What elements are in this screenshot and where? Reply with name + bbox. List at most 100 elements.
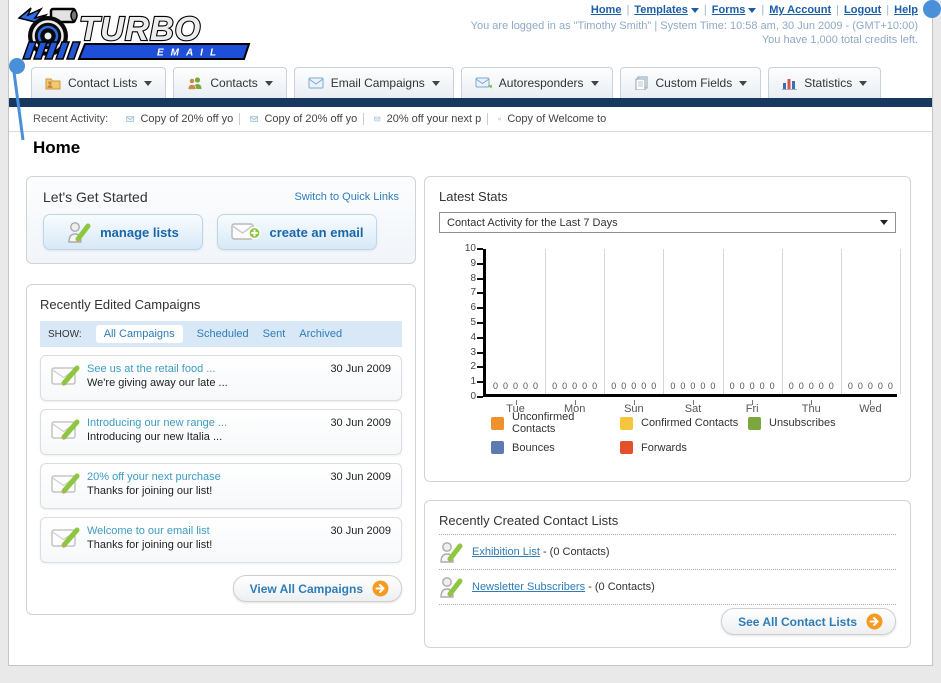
data-value-label: 0 (582, 381, 588, 391)
legend-swatch-forwards (620, 441, 633, 454)
x-axis-tick (870, 400, 872, 405)
campaign-title-link[interactable]: 20% off your next purchase (87, 471, 322, 483)
campaign-row[interactable]: Introducing our new range ... Introducin… (40, 409, 402, 455)
arrow-right-icon (372, 580, 389, 597)
chevron-down-icon (880, 220, 888, 225)
data-value-label: 0 (857, 381, 863, 391)
campaign-date: 30 Jun 2009 (330, 417, 391, 429)
data-value-label: 0 (808, 381, 814, 391)
bar-chart-icon (782, 79, 798, 90)
campaign-row[interactable]: Welcome to our email list Thanks for joi… (40, 517, 402, 563)
tab-label: Autoresponders (498, 76, 584, 90)
data-value-label: 0 (788, 381, 794, 391)
gridline (841, 249, 842, 394)
data-value-label: 0 (572, 381, 578, 391)
envelope-icon (126, 116, 135, 122)
view-all-campaigns-button[interactable]: View All Campaigns (232, 575, 402, 602)
tab-custom-fields[interactable]: Custom Fields (619, 67, 762, 98)
data-value-label: 0 (690, 381, 696, 391)
latest-stats-title: Latest Stats (439, 189, 508, 204)
data-value-label: 0 (759, 381, 765, 391)
campaign-title-link[interactable]: Welcome to our email list (87, 525, 322, 537)
campaign-row[interactable]: 20% off your next purchase Thanks for jo… (40, 463, 402, 509)
x-axis-tick (693, 400, 694, 405)
recent-activity-bar: Recent Activity: Copy of 20% off yo Copy… (9, 107, 932, 132)
filter-sent[interactable]: Sent (263, 328, 286, 340)
top-link-forms[interactable]: Forms (712, 4, 746, 16)
chevron-down-icon (739, 80, 748, 86)
user-pencil-icon (68, 222, 91, 243)
legend-label: Bounces (512, 441, 555, 454)
campaigns-title: Recently Edited Campaigns (40, 297, 201, 312)
top-link-home[interactable]: Home (591, 4, 622, 16)
data-value-label: 0 (611, 381, 617, 391)
x-axis-tick (633, 400, 635, 405)
top-link-my-account[interactable]: My Account (769, 4, 831, 16)
chevron-down-icon (431, 80, 440, 86)
legend-label: Unsubscribes (769, 417, 836, 429)
recent-activity-item[interactable]: 20% off your next p (374, 113, 489, 125)
data-value-label: 0 (769, 381, 775, 391)
contact-list-link[interactable]: Newsletter Subscribers (472, 581, 585, 593)
filter-all-campaigns[interactable]: All Campaigns (95, 325, 183, 343)
contact-list-link[interactable]: Exhibition List (472, 546, 540, 558)
recent-activity-text: 20% off your next p (386, 113, 482, 125)
tab-contact-lists[interactable]: Contact Lists (31, 67, 167, 98)
see-all-contact-lists-button[interactable]: See All Contact Lists (721, 608, 896, 635)
data-value-label: 0 (877, 381, 883, 391)
campaign-subtitle: Introducing our new Italia ... (87, 431, 223, 443)
stats-dropdown-value: Contact Activity for the Last 7 Days (447, 216, 618, 229)
contact-list-row[interactable]: Newsletter Subscribers - (0 Contacts) (439, 570, 896, 605)
tab-email-campaigns[interactable]: Email Campaigns (293, 67, 454, 98)
tab-contacts[interactable]: Contacts (173, 67, 287, 98)
envelope-arrow-icon (475, 77, 492, 88)
tab-statistics[interactable]: Statistics (768, 67, 882, 98)
y-axis-tick (477, 322, 483, 324)
data-value-label: 0 (493, 381, 499, 391)
stats-report-dropdown[interactable]: Contact Activity for the Last 7 Days (439, 212, 896, 233)
nav-divider-bar (9, 98, 932, 107)
data-value-label: 0 (847, 381, 853, 391)
recent-activity-text: Copy of 20% off yo (264, 113, 358, 125)
turbo-email-logo: TURBO EMAIL (15, 4, 277, 67)
legend-label: Confirmed Contacts (641, 417, 739, 429)
y-axis-label: 1 (470, 376, 476, 388)
header: TURBO EMAIL Home | Templates | Forms | My Acco… (9, 0, 941, 67)
users-icon (188, 77, 202, 90)
campaign-title-link[interactable]: See us at the retail food ... (87, 363, 322, 375)
filter-archived[interactable]: Archived (299, 328, 342, 340)
envelope-pencil-icon (51, 363, 87, 394)
campaign-title-link[interactable]: Introducing our new range ... (87, 417, 322, 429)
tab-label: Contact Lists (68, 76, 138, 90)
manage-lists-button[interactable]: manage lists (43, 214, 203, 250)
envelope-pencil-icon (51, 525, 87, 556)
envelope-icon (250, 116, 259, 122)
y-axis-label: 3 (470, 346, 476, 358)
campaigns-filterbar: SHOW: All Campaigns Scheduled Sent Archi… (40, 321, 402, 347)
y-axis-tick (477, 381, 483, 384)
y-axis-tick (477, 366, 483, 369)
tab-autoresponders[interactable]: Autoresponders (460, 67, 613, 98)
recent-activity-label: Recent Activity: (33, 113, 109, 125)
switch-quick-links-link[interactable]: Switch to Quick Links (294, 191, 399, 203)
top-link-help[interactable]: Help (894, 4, 918, 16)
y-axis-label: 10 (464, 243, 476, 254)
data-value-label: 0 (503, 381, 509, 391)
recent-activity-item[interactable]: Copy of Welcome to (498, 113, 612, 125)
recent-activity-item[interactable]: Copy of 20% off yo (250, 113, 365, 125)
recent-activity-item[interactable]: Copy of 20% off yo (126, 113, 241, 125)
data-value-label: 0 (513, 381, 519, 391)
contact-list-row[interactable]: Exhibition List - (0 Contacts) (439, 535, 896, 570)
filter-scheduled[interactable]: Scheduled (197, 328, 249, 340)
envelope-icon (374, 116, 381, 122)
top-link-templates[interactable]: Templates (634, 4, 688, 16)
contact-list-count: - (0 Contacts) (542, 546, 610, 558)
tab-label: Statistics (804, 76, 853, 90)
create-email-button[interactable]: create an email (217, 214, 377, 250)
campaign-row[interactable]: See us at the retail food ... We're givi… (40, 355, 402, 401)
legend-swatch-unsubscribes (748, 416, 761, 430)
top-link-logout[interactable]: Logout (844, 4, 881, 16)
data-value-label: 0 (798, 381, 804, 391)
envelope-icon (308, 77, 324, 89)
y-axis-tick (477, 307, 483, 310)
